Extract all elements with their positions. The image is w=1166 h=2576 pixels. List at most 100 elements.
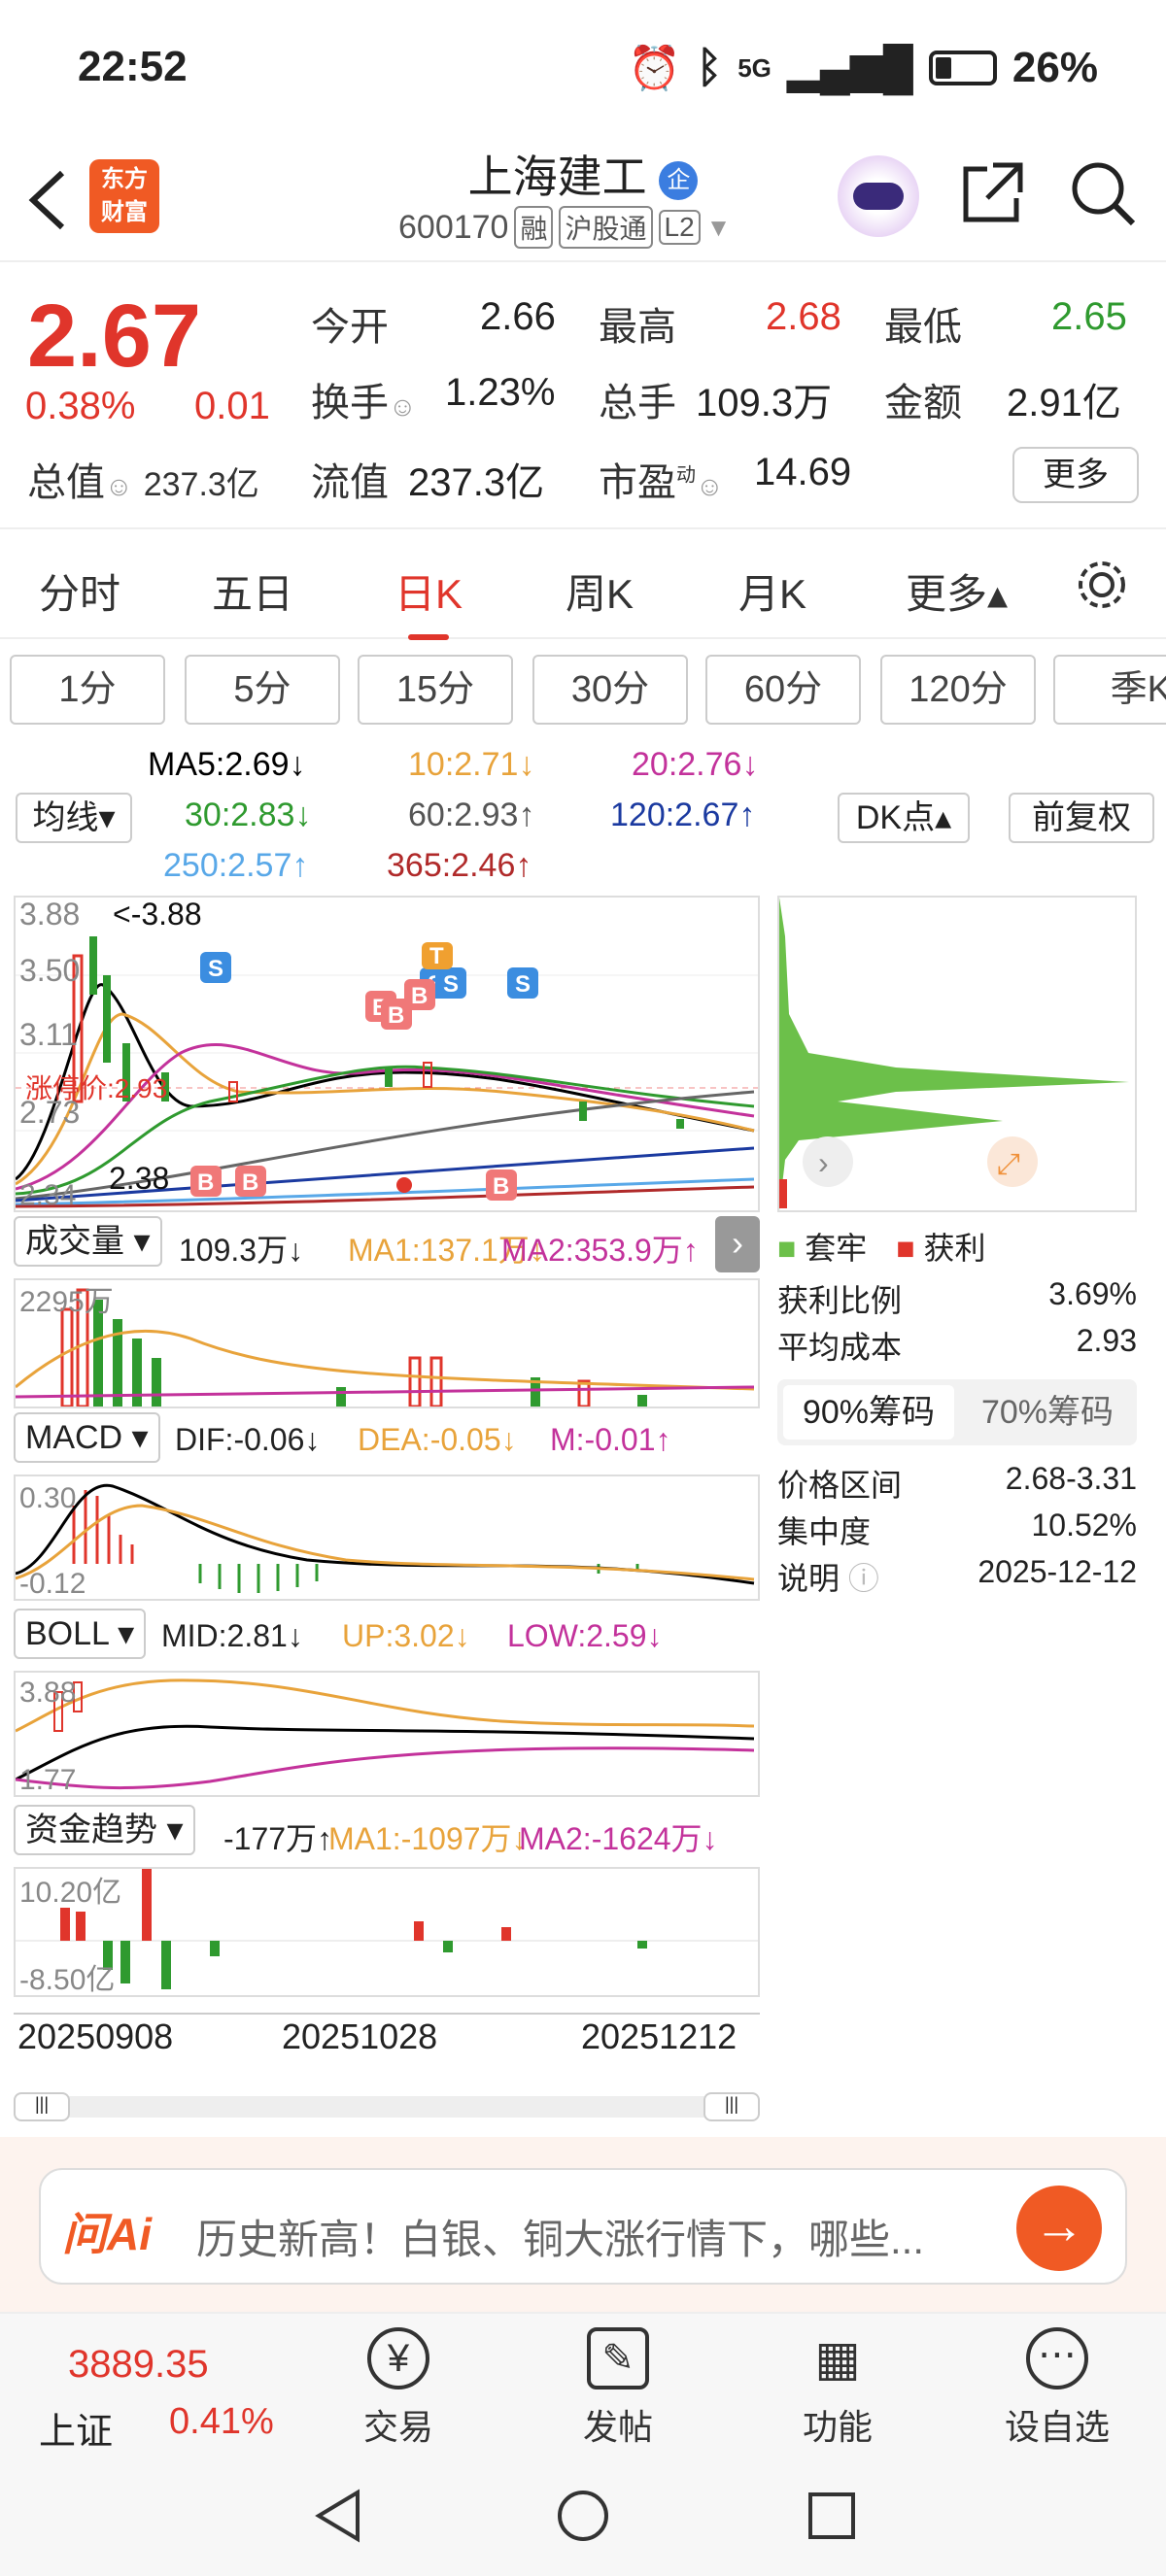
adjust-button[interactable]: 前复权	[1009, 793, 1154, 843]
kline-chart[interactable]: 3.88 3.50 3.11 2.73 2.34 <-3.88 2.38 涨停价…	[14, 896, 760, 1212]
tab-five-day[interactable]: 五日	[212, 561, 293, 621]
chip-quarter[interactable]: 季K	[1053, 655, 1166, 725]
chip-30min[interactable]: 30分	[532, 655, 688, 725]
nav-trade[interactable]: ¥ 交易	[321, 2327, 476, 2450]
chevron-down-icon[interactable]: ▼	[706, 213, 732, 243]
expand-icon[interactable]: ⤢	[997, 1148, 1020, 1180]
more-icon: ⋯	[1026, 2327, 1088, 2390]
grid-icon: ▦	[814, 2331, 861, 2386]
fund-axis-top: 10.20亿	[19, 1877, 121, 1909]
svg-text:B: B	[493, 1173, 509, 1200]
tab-weekly-k[interactable]: 周K	[566, 561, 634, 621]
ai-placeholder: 历史新高！白银、铜大涨行情下，哪些...	[196, 2217, 925, 2262]
nav-back-icon[interactable]	[309, 2487, 367, 2545]
chip-1min[interactable]: 1分	[10, 655, 165, 725]
chip-5min[interactable]: 5分	[185, 655, 340, 725]
pe-value: 14.69	[754, 451, 852, 493]
index-value[interactable]: 3889.35	[68, 2343, 209, 2387]
search-icon[interactable]	[1069, 159, 1137, 227]
nav-post[interactable]: ✎ 发帖	[540, 2327, 696, 2450]
boll-up: UP:3.02↓	[342, 1618, 470, 1653]
chip-prev-icon[interactable]: ›	[818, 1145, 829, 1180]
macd-svg: 0.30 -0.12	[15, 1482, 755, 1600]
chip-tabs: 90%筹码 70%筹码	[777, 1379, 1137, 1445]
note-row[interactable]: 说明 ⓘ 2025-12-12	[777, 1554, 1137, 1599]
limit-label: 涨停价:2.93	[25, 1073, 167, 1103]
amount-value: 2.91亿	[1007, 382, 1121, 424]
ma365-value: 365:2.46↑	[387, 847, 532, 884]
signal-icon: ▂▄▆█	[786, 44, 913, 92]
boll-low: LOW:2.59↓	[507, 1618, 663, 1653]
ai-question-bar[interactable]: 问Ai 历史新高！白银、铜大涨行情下，哪些... →	[39, 2168, 1127, 2285]
nav-add-watchlist[interactable]: ⋯ 设自选	[979, 2327, 1135, 2450]
tab-monthly-k[interactable]: 月K	[738, 561, 806, 621]
chip-120min[interactable]: 120分	[880, 655, 1036, 725]
date-label-start: 20250908	[17, 2017, 174, 2056]
system-nav-bar	[0, 2457, 1166, 2576]
dk-points-button[interactable]: DK点▴	[838, 793, 970, 843]
index-change[interactable]: 0.41%	[169, 2401, 274, 2443]
boll-selector[interactable]: BOLL ▾	[14, 1609, 147, 1659]
ma5-value: MA5:2.69↓	[148, 746, 306, 783]
axis-tick-4: 2.34	[19, 1179, 76, 1210]
nav-functions[interactable]: ▦ 功能	[760, 2327, 915, 2450]
battery-percent: 26%	[1012, 44, 1098, 91]
tag-connect: 沪股通	[559, 206, 653, 249]
chip-15min[interactable]: 15分	[358, 655, 513, 725]
boll-chart[interactable]: 3.88 1.77	[14, 1671, 760, 1797]
range-handle-right[interactable]: |||	[703, 2092, 760, 2121]
arrow-right-icon[interactable]: →	[1016, 2186, 1102, 2271]
chevron-right-icon[interactable]: ›	[715, 1216, 760, 1272]
profit-ratio-row: 获利比例 3.69%	[777, 1276, 1137, 1318]
last-price: 2.67	[27, 287, 202, 386]
index-name[interactable]: 上证	[39, 2401, 113, 2455]
share-icon[interactable]	[958, 159, 1026, 227]
edit-icon: ✎	[587, 2327, 649, 2390]
ai-robot-avatar[interactable]	[838, 155, 919, 237]
change-percent: 0.38%	[25, 385, 136, 427]
stock-code: 600170	[398, 208, 509, 246]
tab-chip-70[interactable]: 70%筹码	[962, 1385, 1133, 1440]
fund-trend-chart[interactable]: 10.20亿 -8.50亿	[14, 1867, 760, 1997]
fund-trend-selector[interactable]: 资金趋势 ▾	[14, 1805, 195, 1855]
tab-daily-k[interactable]: 日K	[394, 561, 463, 640]
more-button[interactable]: 更多	[1012, 447, 1139, 503]
alarm-icon: ⏰	[628, 45, 681, 92]
svg-text:B: B	[197, 1169, 214, 1196]
high-value: 2.68	[766, 295, 841, 338]
nav-home-icon[interactable]	[554, 2487, 612, 2545]
stock-code-row: 600170 融 沪股通 L2 ▼	[398, 206, 731, 249]
volume-selector[interactable]: 成交量 ▾	[14, 1216, 162, 1267]
fund-trend-ma2: MA2:-1624万↓	[519, 1821, 718, 1856]
volume-chart[interactable]: 2295万	[14, 1278, 760, 1408]
status-time: 22:52	[78, 43, 188, 90]
chip-distribution-svg: › ⤢	[779, 898, 1129, 1210]
svg-text:B: B	[242, 1169, 258, 1196]
fund-trend-ma1: MA1:-1097万↓	[328, 1821, 528, 1856]
gear-icon[interactable]	[1073, 556, 1131, 614]
macd-chart[interactable]: 0.30 -0.12	[14, 1474, 760, 1601]
time-axis-ticks	[14, 2001, 760, 2015]
ma60-value: 60:2.93↑	[408, 797, 535, 833]
chip-60min[interactable]: 60分	[705, 655, 861, 725]
tab-more[interactable]: 更多▴	[906, 561, 1008, 621]
fund-trend-svg: 10.20亿 -8.50亿	[16, 1869, 758, 1996]
range-slider[interactable]: ||| |||	[14, 2092, 760, 2121]
chip-distribution-chart[interactable]: › ⤢	[777, 896, 1137, 1212]
chip-legend: ■ 套牢 ■ 获利	[777, 1231, 986, 1266]
svg-text:B: B	[411, 983, 428, 1009]
macd-selector[interactable]: MACD ▾	[14, 1412, 160, 1463]
status-icons: ⏰ ᛒ 5G ▂▄▆█ 26%	[628, 43, 1098, 93]
range-handle-left[interactable]: |||	[14, 2092, 70, 2121]
ma-selector[interactable]: 均线▾	[16, 793, 132, 843]
axis-tick-2: 3.11	[19, 1017, 78, 1052]
svg-text:B: B	[388, 1002, 404, 1029]
tab-chip-90[interactable]: 90%筹码	[783, 1385, 954, 1440]
svg-text:S: S	[515, 971, 531, 998]
nav-recents-icon[interactable]	[803, 2487, 861, 2545]
min-label: 2.38	[109, 1161, 169, 1196]
boll-mid: MID:2.81↓	[161, 1618, 303, 1653]
pe-label: 市盈动☺	[599, 461, 724, 504]
tab-intraday[interactable]: 分时	[39, 561, 120, 621]
axis-tick-1: 3.50	[19, 953, 80, 988]
